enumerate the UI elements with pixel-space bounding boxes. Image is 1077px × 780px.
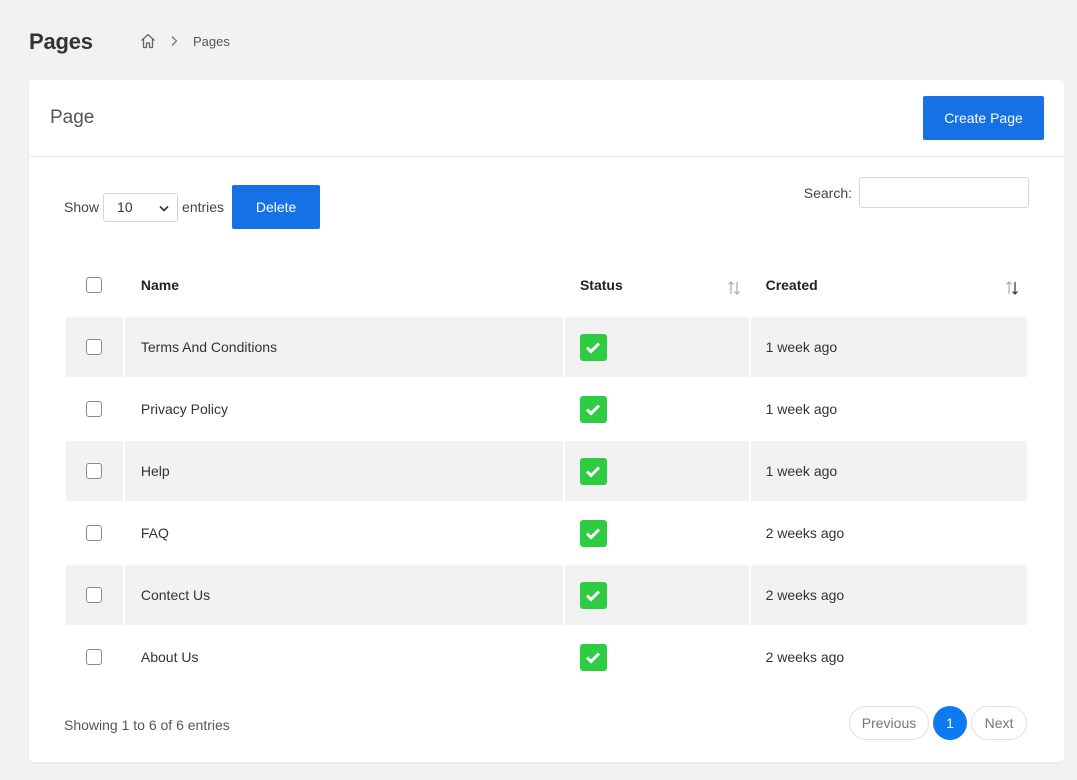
chevron-down-icon	[159, 199, 169, 215]
sort-icon	[1005, 280, 1019, 296]
pages-table: Name Status Created Terms And Conditions…	[66, 254, 1027, 688]
row-checkbox[interactable]	[86, 587, 103, 603]
row-created: 2 weeks ago	[750, 565, 1027, 625]
table-row: Contect Us 2 weeks ago	[66, 564, 1027, 626]
status-check-icon	[579, 457, 607, 485]
column-header-created[interactable]: Created	[751, 254, 1027, 316]
breadcrumb: Pages	[139, 31, 230, 51]
table-row: Terms And Conditions 1 week ago	[66, 316, 1027, 378]
column-header-status[interactable]: Status	[565, 254, 749, 316]
length-controls: Show 10 entries Delete	[64, 185, 321, 229]
table-header: Name Status Created	[66, 254, 1027, 316]
chevron-right-icon	[169, 35, 179, 47]
column-header-name[interactable]: Name	[125, 254, 563, 316]
row-created: 2 weeks ago	[765, 649, 845, 665]
create-page-button[interactable]: Create Page	[923, 96, 1044, 140]
table-row: Help 1 week ago	[66, 440, 1027, 502]
row-name: Privacy Policy	[140, 401, 229, 417]
table-row: FAQ 2 weeks ago	[66, 502, 1027, 564]
select-all-cell	[66, 254, 123, 316]
next-page-button[interactable]: Next	[971, 706, 1027, 740]
previous-page-button[interactable]: Previous	[849, 706, 929, 740]
row-checkbox[interactable]	[86, 401, 103, 417]
card-title: Page	[50, 107, 95, 128]
table-row: About Us 2 weeks ago	[66, 626, 1027, 688]
search-label: Search:	[803, 184, 852, 201]
status-check-icon	[579, 395, 607, 423]
row-created: 1 week ago	[750, 441, 1027, 501]
row-name: About Us	[140, 649, 199, 665]
row-name: FAQ	[140, 525, 169, 541]
row-created: 2 weeks ago	[765, 525, 845, 541]
row-name: Terms And Conditions	[124, 317, 563, 377]
delete-button[interactable]: Delete	[232, 185, 321, 229]
card-header: Page Create Page	[29, 80, 1064, 157]
status-check-icon	[579, 643, 607, 671]
sort-icon	[727, 280, 741, 296]
entries-select[interactable]: 10	[103, 192, 179, 222]
page-title: Pages	[29, 29, 93, 54]
row-checkbox[interactable]	[86, 339, 103, 355]
select-all-checkbox[interactable]	[86, 277, 103, 293]
row-created: 1 week ago	[750, 317, 1027, 377]
row-name: Contect Us	[124, 565, 563, 625]
show-label: Show	[64, 199, 100, 215]
breadcrumb-item-pages: Pages	[193, 33, 230, 49]
table-info: Showing 1 to 6 of 6 entries	[64, 717, 230, 733]
status-check-icon	[579, 581, 607, 609]
pages-card: Page Create Page Show 10 entries Delete …	[29, 80, 1064, 762]
page-button-1[interactable]: 1	[933, 706, 967, 740]
row-created: 1 week ago	[765, 401, 838, 417]
status-check-icon	[579, 333, 607, 361]
row-name: Help	[124, 441, 563, 501]
status-check-icon	[579, 519, 607, 547]
row-checkbox[interactable]	[86, 463, 103, 479]
pagination: Previous 1 Next	[849, 706, 1027, 740]
entries-select-value: 10	[117, 199, 133, 215]
row-checkbox[interactable]	[86, 649, 103, 665]
search-input[interactable]	[859, 177, 1029, 208]
entries-label: entries	[182, 199, 225, 215]
home-icon[interactable]	[139, 32, 157, 50]
search-box: Search:	[804, 177, 1029, 208]
topbar: Pages	[29, 27, 93, 57]
row-checkbox[interactable]	[86, 525, 103, 541]
table-row: Privacy Policy 1 week ago	[66, 378, 1027, 440]
